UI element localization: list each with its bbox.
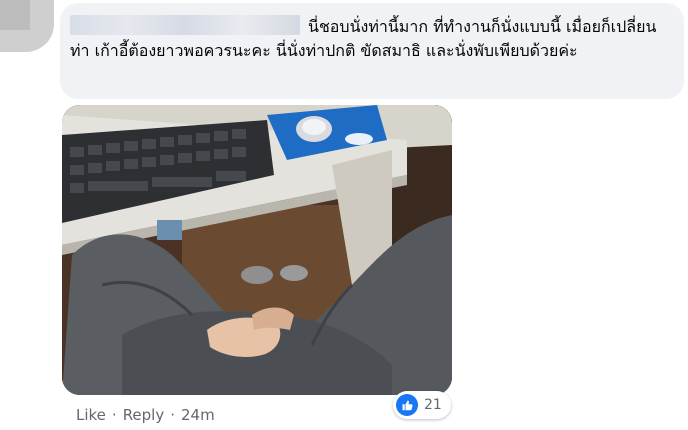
timestamp-link[interactable]: 24m (181, 406, 215, 424)
reaction-summary[interactable]: 21 (393, 391, 451, 419)
comment-bubble: นี่ชอบนั่งท่านี้มาก ที่ทำงานก็นั่งแบบนี้… (60, 3, 684, 99)
separator-dot: · (170, 406, 176, 424)
comment-text: นี่ชอบนั่งท่านี้มาก ที่ทำงานก็นั่งแบบนี้… (70, 17, 657, 60)
comment-actions: Like · Reply · 24m (76, 406, 215, 424)
reply-button[interactable]: Reply (123, 406, 165, 424)
separator-dot: · (111, 406, 117, 424)
comment-photo[interactable] (62, 105, 452, 395)
reaction-count: 21 (424, 397, 442, 413)
thumbs-up-icon (396, 394, 418, 416)
commenter-avatar[interactable] (0, 0, 54, 52)
like-button[interactable]: Like (76, 406, 106, 424)
